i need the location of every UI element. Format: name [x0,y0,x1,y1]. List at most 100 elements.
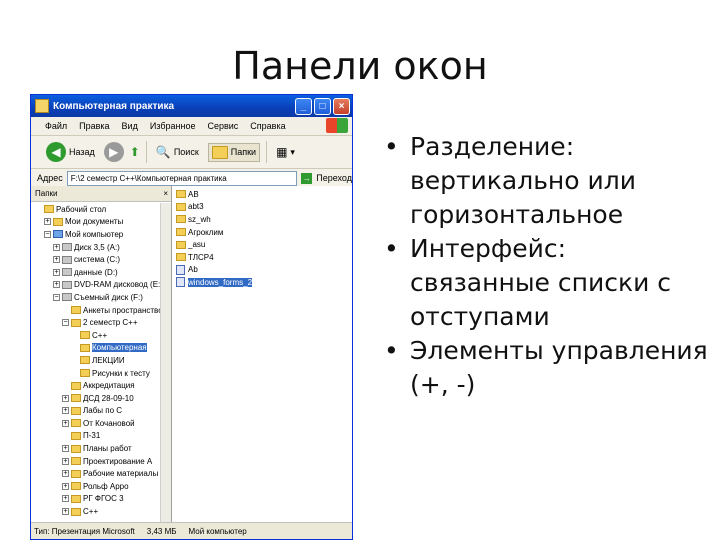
go-arrow-icon[interactable]: → [301,172,313,184]
expand-toggle[interactable]: + [62,394,69,402]
expand-toggle[interactable]: + [62,470,69,478]
minimize-button[interactable]: _ [295,97,312,115]
expand-toggle[interactable]: + [62,482,69,490]
toolbar: ◀ Назад ▶ ⬆ 🔍 Поиск Папки ▦ ▾ [31,136,352,169]
tree-node[interactable]: + Проектирование А [31,455,161,468]
search-label: Поиск [173,147,199,157]
file-item[interactable]: abt3 [176,201,352,214]
tree-node[interactable]: + С++ [31,505,161,518]
window-titlebar[interactable]: Компьютерная практика _ □ × [31,95,352,117]
file-item-label: Ab [188,265,198,275]
folder-icon [176,228,186,237]
back-button[interactable]: ◀ Назад [43,140,98,164]
folder-icon [80,331,90,340]
file-item[interactable]: ТЛСР4 [176,251,352,264]
expand-toggle[interactable]: + [62,495,69,503]
tree-node-label: Лабы по С [83,406,123,416]
file-item[interactable]: AB [176,188,352,201]
search-icon: 🔍 [155,145,171,159]
tree-node[interactable]: + система (C:) [31,253,161,266]
expand-toggle[interactable]: + [62,407,69,415]
tree-node[interactable]: + ДСД 28-09-10 [31,392,161,405]
window-title: Компьютерная практика [53,100,175,112]
file-item-label: AB [188,189,199,199]
tree-node-label: Компьютерная [92,343,147,353]
search-button[interactable]: 🔍 Поиск [153,143,202,161]
tree-node[interactable]: П-31 [31,430,161,443]
menu-help[interactable]: Справка [250,121,285,131]
tree-node[interactable]: − Мой компьютер [31,228,161,241]
go-button[interactable]: Переход [316,173,352,183]
explorer-window: Компьютерная практика _ □ × Файл Правка … [30,94,353,540]
document-icon [176,277,185,288]
expand-toggle[interactable]: + [62,419,69,427]
bullet-item: Интерфейс: связанные списки с отступами [378,232,708,334]
maximize-button[interactable]: □ [314,97,331,115]
folder-icon [35,99,49,113]
tree-node[interactable]: − 2 семестр С++ [31,316,161,329]
tree-node[interactable]: + От Кочановой [31,417,161,430]
file-item[interactable]: Ab [176,264,352,277]
close-button[interactable]: × [333,97,350,115]
tree-node[interactable]: C++ [31,329,161,342]
tree-node[interactable]: Компьютерная [31,342,161,355]
tree-node-label: Рисунки к тесту [92,368,150,378]
tree-node[interactable]: + Рольф Арро [31,480,161,493]
menu-edit[interactable]: Правка [79,121,109,131]
collapse-toggle[interactable]: − [53,293,60,301]
tree-node[interactable]: + Диск 3,5 (A:) [31,241,161,254]
folder-pane-close-button[interactable]: × [163,186,168,201]
expand-toggle[interactable]: + [53,243,60,251]
forward-button[interactable]: ▶ [103,142,124,162]
file-item[interactable]: Агроклим [176,226,352,239]
tree-node-label: Диск 3,5 (A:) [74,242,120,252]
menu-file[interactable]: Файл [45,121,67,131]
tree-node[interactable]: Аккредитация [31,379,161,392]
file-item[interactable]: windows_forms_2 [176,276,352,289]
tree-node[interactable]: + Мои документы [31,216,161,229]
collapse-toggle[interactable]: − [44,230,51,238]
tree-node[interactable]: + РГ ФГОС 3 [31,493,161,506]
menu-view[interactable]: Вид [122,121,138,131]
expand-toggle[interactable]: + [62,457,69,465]
file-item-label: _asu [188,240,206,250]
folder-icon [176,190,186,199]
folders-button[interactable]: Папки [207,142,261,162]
file-item[interactable]: sz_wh [176,213,352,226]
status-size: 3,43 МБ [146,526,177,536]
tree-node-label: Мои документы [65,217,124,227]
tree-node[interactable]: + Рабочие материалы [31,467,161,480]
address-input[interactable]: F:\2 семестр С++\Компьютерная практика [66,170,298,186]
tree-node[interactable]: + данные (D:) [31,266,161,279]
collapse-toggle[interactable]: − [62,319,69,327]
tree-node[interactable]: + Лабы по С [31,405,161,418]
tree-node[interactable]: Рабочий стол [31,203,161,216]
tree-node[interactable]: + DVD-RAM дисковод (E:) [31,279,161,292]
expand-toggle[interactable]: + [62,508,69,516]
tree-node[interactable]: + Планы работ [31,442,161,455]
tree-node[interactable]: − Съемный диск (F:) [31,291,161,304]
file-item[interactable]: _asu [176,238,352,251]
expand-toggle[interactable]: + [62,445,69,453]
folder-icon [176,240,186,249]
tree-node[interactable]: Анкеты пространство [31,304,161,317]
folder-pane-scrollbar[interactable] [160,203,171,523]
menu-tools[interactable]: Сервис [207,121,238,131]
tree-node-label: Аккредитация [83,381,135,391]
status-bar: Тип: Презентация Microsoft 3,43 МБ Мой к… [31,522,352,539]
expand-toggle[interactable]: + [53,268,60,276]
tree-node[interactable]: ЛЕКЦИИ [31,354,161,367]
up-folder-icon[interactable]: ⬆ [130,145,140,159]
views-button[interactable]: ▦ ▾ [273,143,298,161]
expand-toggle[interactable]: + [53,256,60,264]
expand-toggle[interactable]: + [44,218,51,226]
expand-toggle[interactable]: + [53,281,60,289]
folder-icon [176,202,186,211]
document-icon [176,264,185,275]
windows-logo-icon [326,118,348,133]
tree-node[interactable]: Рисунки к тесту [31,367,161,380]
folder-icon [53,217,63,226]
menu-favorites[interactable]: Избранное [150,121,196,131]
drive-icon [62,280,72,289]
tree-node-label: Анкеты пространство [83,305,161,315]
